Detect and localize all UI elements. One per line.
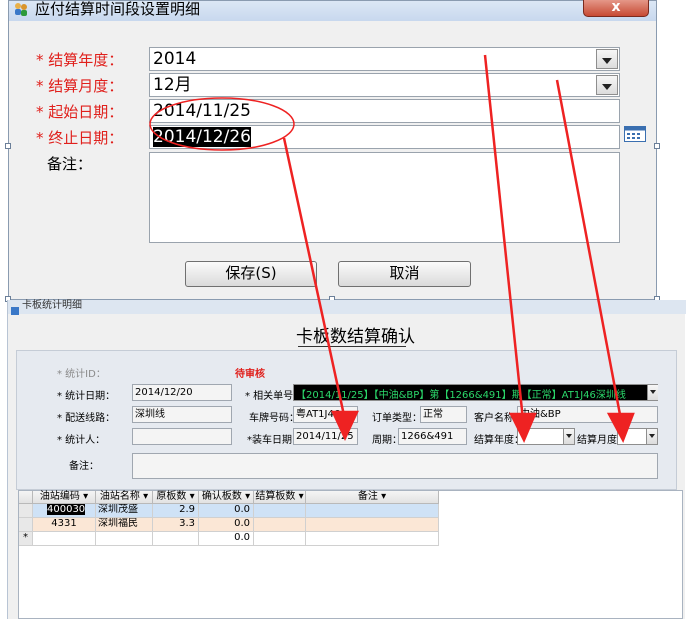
arrowhead-icon	[606, 412, 635, 443]
highlight-ellipse	[149, 97, 295, 151]
arrowhead-icon	[331, 410, 359, 441]
annotation-arrow	[282, 137, 347, 421]
annotation-arrow	[483, 54, 525, 421]
annotation-overlay	[149, 54, 635, 443]
annotation-arrow	[555, 79, 623, 421]
arrowhead-icon	[508, 412, 537, 443]
